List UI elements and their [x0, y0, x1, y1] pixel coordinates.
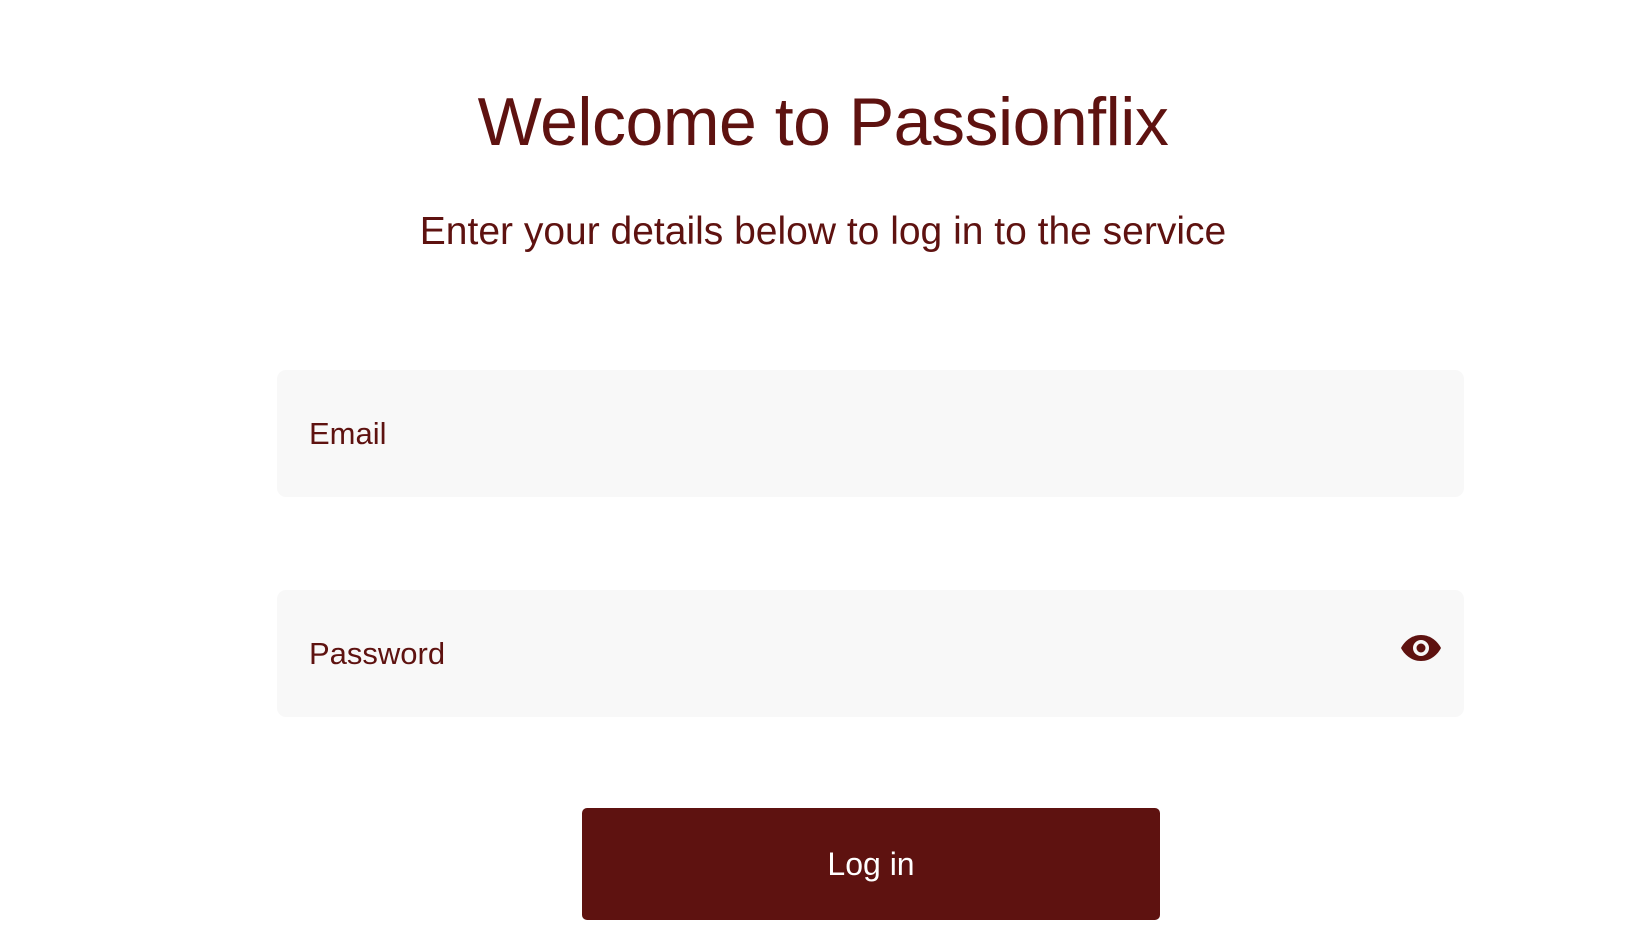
email-field[interactable]: Email	[277, 370, 1464, 497]
page-subtitle: Enter your details below to log in to th…	[419, 210, 1227, 253]
page-title: Welcome to Passionflix	[477, 84, 1169, 160]
log-in-button[interactable]: Log in	[582, 808, 1160, 920]
password-field[interactable]: Password	[277, 590, 1464, 717]
show-password-eye-icon[interactable]	[1400, 633, 1442, 663]
password-placeholder: Password	[309, 636, 446, 671]
email-placeholder: Email	[309, 416, 387, 451]
